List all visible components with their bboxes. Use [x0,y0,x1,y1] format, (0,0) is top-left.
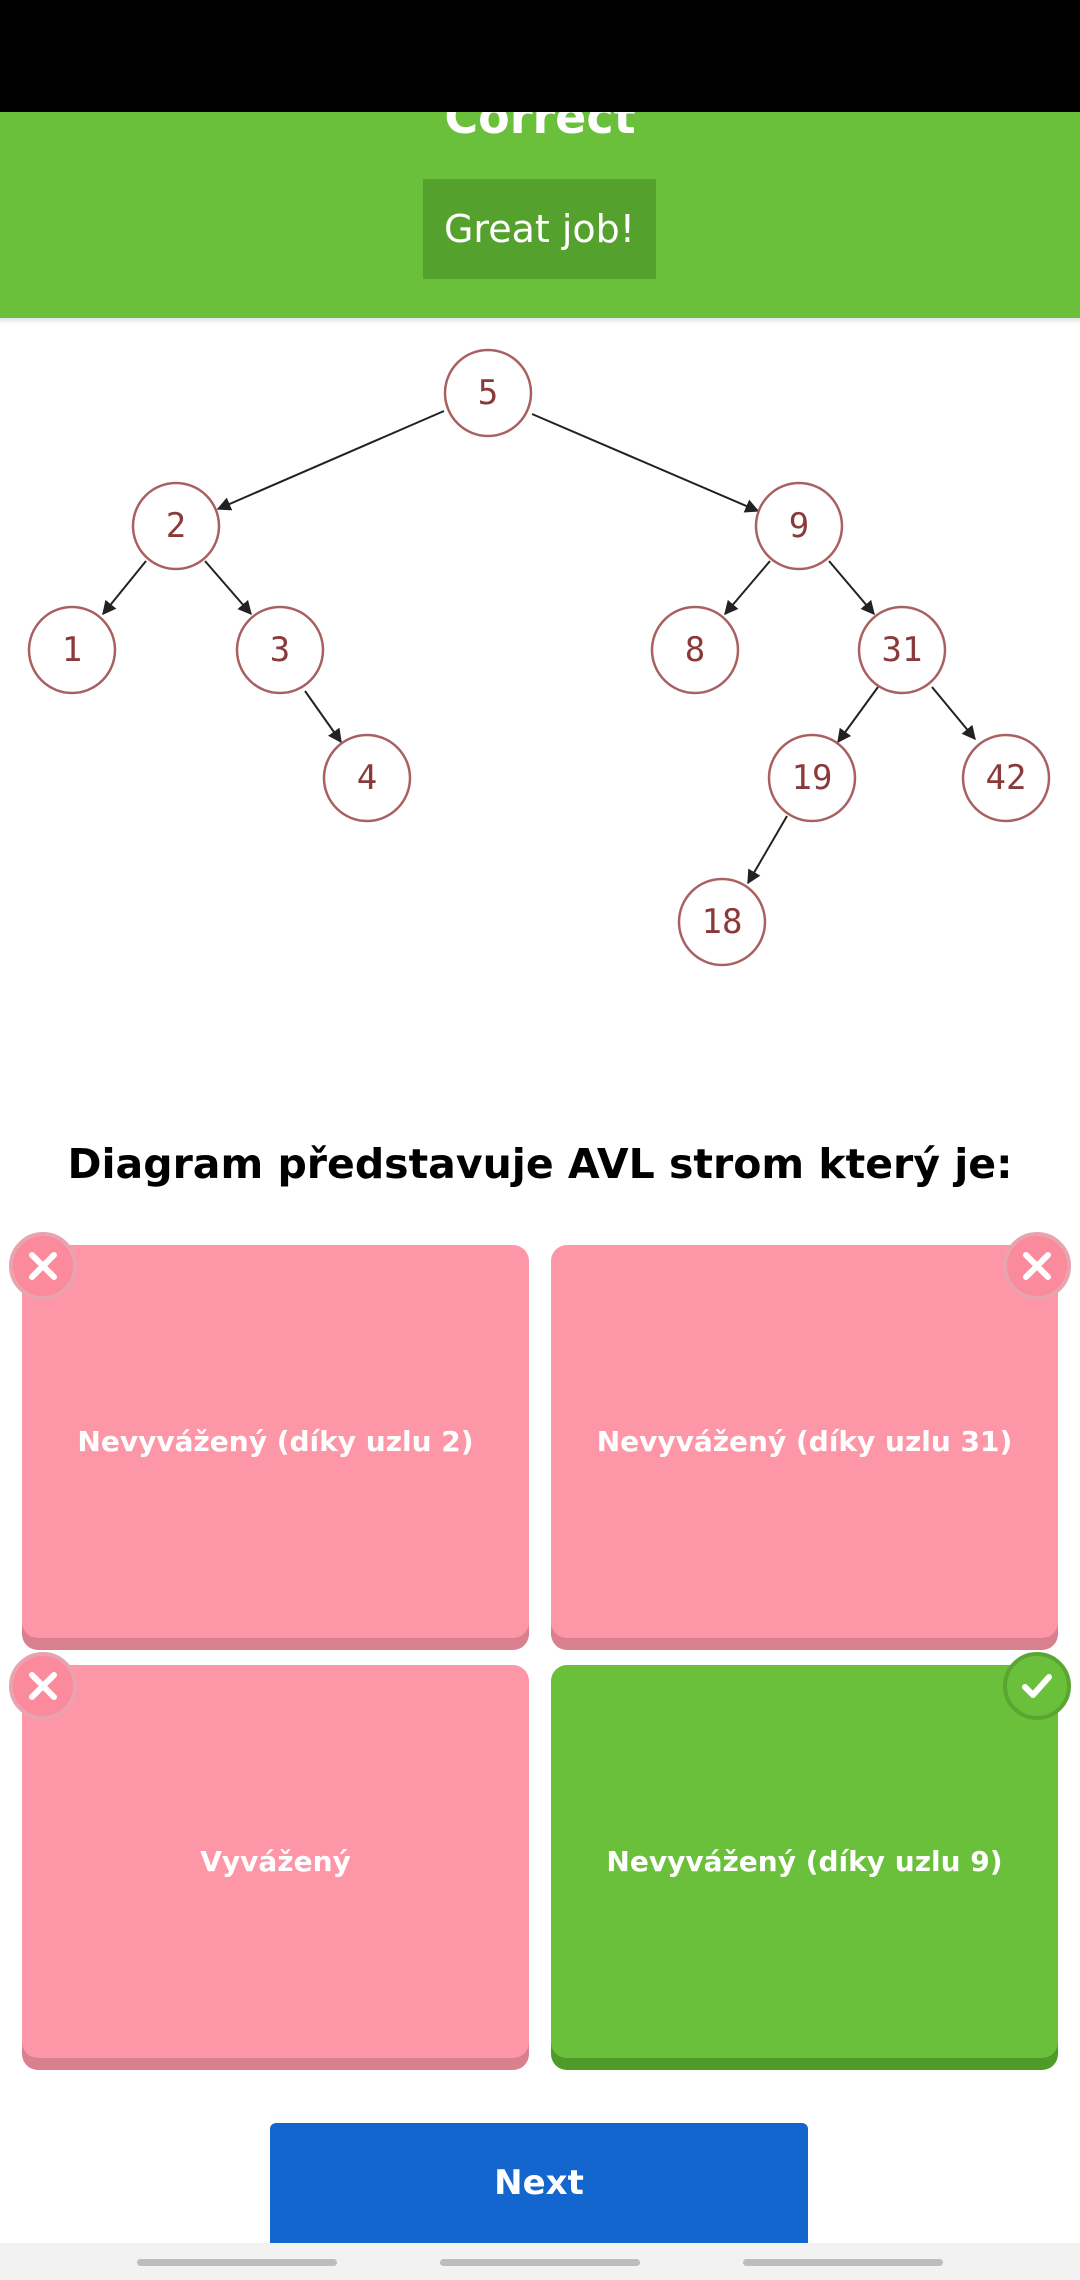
tree-node-label: 1 [62,630,82,670]
check-icon [1022,1674,1052,1698]
answer-option-2[interactable]: Nevyvážený (díky uzlu 31) [551,1245,1058,1638]
tree-edge [102,560,147,616]
wrong-badge [1003,1232,1071,1300]
tree-node-label: 3 [270,630,290,670]
tree-node: 18 [677,877,767,967]
tree-node: 31 [857,605,947,695]
answer-option-3[interactable]: Vyvážený [22,1665,529,2058]
answer-option-label: Nevyvážený (díky uzlu 9) [606,1845,1003,1878]
tree-edge [828,560,875,616]
correct-badge [1003,1652,1071,1720]
tree-diagram: 5 2 9 1 3 8 31 4 19 42 18 [27,348,1051,967]
tree-node-label: 42 [986,758,1027,798]
tree-node-label: 4 [357,758,377,798]
feedback-message: Great job! [423,179,656,279]
tree-edge [216,410,445,511]
tree-edge [204,560,252,616]
system-nav-bar [0,2243,1080,2280]
feedback-banner: Correct Great job! [0,112,1080,318]
wrong-badge [9,1652,77,1720]
feedback-title: Correct [444,112,636,144]
tree-edge [747,815,788,885]
tree-node-label: 5 [478,373,498,413]
tree-node: 3 [235,605,325,695]
banner-divider [0,318,1080,324]
nav-handle[interactable] [743,2259,943,2266]
tree-node-label: 18 [702,902,743,942]
nav-handle[interactable] [440,2259,640,2266]
tree-edge [304,690,342,744]
tree-edge [724,560,771,616]
x-icon [29,1252,57,1280]
tree-node: 9 [754,481,844,571]
x-icon [1023,1252,1051,1280]
nav-handle[interactable] [137,2259,337,2266]
x-icon [29,1672,57,1700]
tree-node-label: 19 [792,758,833,798]
tree-node: 5 [443,348,533,438]
answer-option-label: Nevyvážený (díky uzlu 2) [77,1425,474,1458]
tree-node: 2 [131,481,221,571]
tree-node: 4 [322,733,412,823]
tree-node-label: 31 [882,630,923,670]
answer-option-4[interactable]: Nevyvážený (díky uzlu 9) [551,1665,1058,2058]
question-text: Diagram představuje AVL strom který je: [67,1140,1013,1188]
tree-edges [102,410,976,885]
status-bar [0,0,1080,112]
tree-edge [931,686,976,741]
next-button[interactable]: Next [270,2123,808,2243]
tree-node: 42 [961,733,1051,823]
tree-node-label: 2 [166,506,186,546]
tree-node: 8 [650,605,740,695]
answer-option-label: Nevyvážený (díky uzlu 31) [596,1425,1013,1458]
tree-node-label: 9 [789,506,809,546]
answer-option-1[interactable]: Nevyvážený (díky uzlu 2) [22,1245,529,1638]
tree-node: 1 [27,605,117,695]
tree-edge [531,413,760,513]
tree-edge [837,686,879,744]
answer-option-label: Vyvážený [200,1845,351,1878]
tree-node-label: 8 [685,630,705,670]
wrong-badge [9,1232,77,1300]
tree-node: 19 [767,733,857,823]
